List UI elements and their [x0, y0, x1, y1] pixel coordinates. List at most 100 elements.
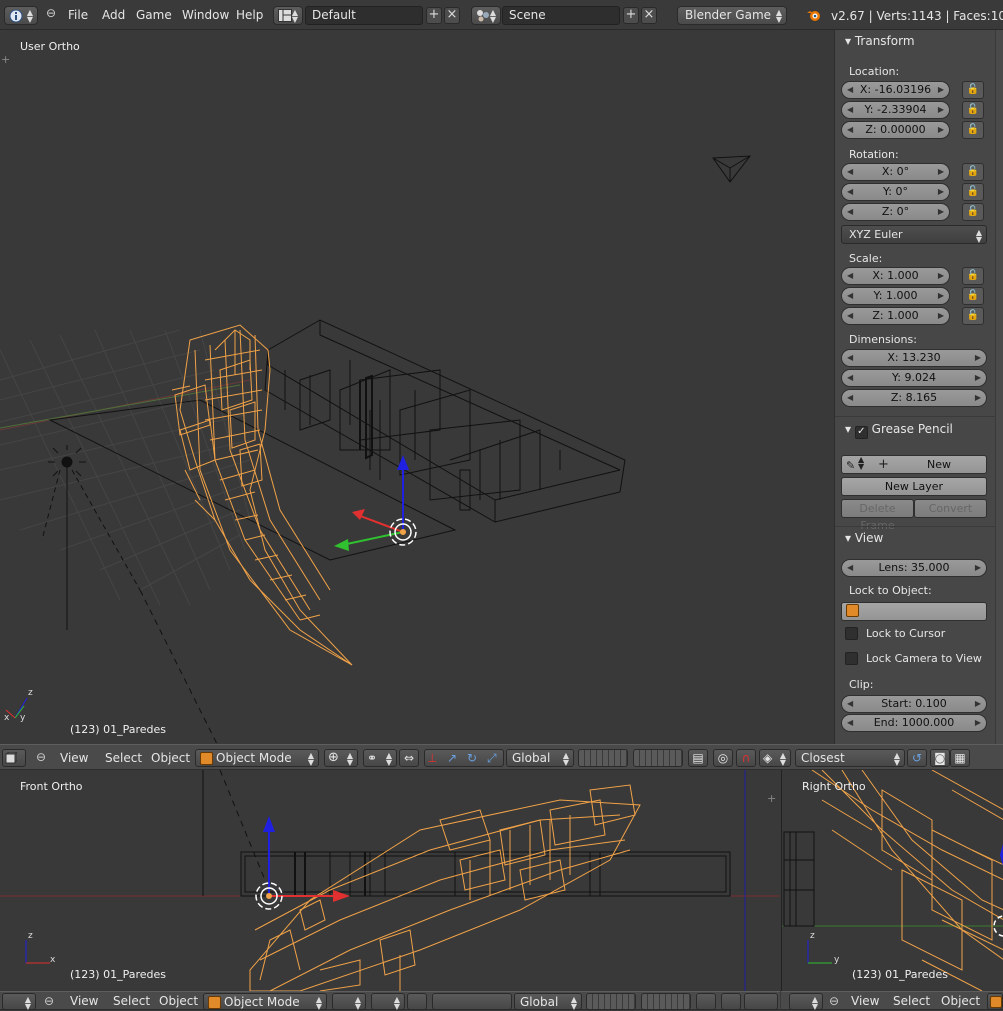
location-y-field[interactable]: ◀ Y: -2.33904 ▶ — [841, 101, 950, 119]
viewport-right-ortho[interactable]: z y Right Ortho (123) 01_Paredes — [781, 770, 1003, 991]
layers-row-1[interactable] — [586, 993, 636, 1010]
menu-window[interactable]: Window — [182, 8, 229, 22]
layers-row-2[interactable] — [641, 993, 691, 1010]
grease-pencil-new-button[interactable]: ✎ ▲ ▼ + New — [841, 455, 987, 474]
add-screen-plus-icon[interactable]: + — [426, 7, 442, 24]
clip-end-field[interactable]: ◀ End: 1000.000 ▶ — [841, 714, 987, 732]
menu-file[interactable]: File — [68, 8, 88, 22]
area-split-plus-icon[interactable]: + — [1, 53, 10, 66]
interaction-mode-dropdown[interactable]: Object Mode ▲ ▼ — [203, 993, 327, 1011]
transform-orientation-dropdown[interactable]: Global ▲ ▼ — [506, 749, 574, 767]
screen-layout-browse-button[interactable]: ▲ ▼ — [273, 6, 303, 25]
render-still-camera-icon[interactable]: ◙ — [930, 749, 950, 767]
proportional-editing-icon[interactable]: ◎ — [713, 749, 733, 767]
collapse-menu-icon[interactable]: ⊖ — [36, 750, 46, 764]
interaction-mode-dropdown[interactable] — [987, 993, 1003, 1010]
menu-game[interactable]: Game — [136, 8, 172, 22]
collapse-menu-icon[interactable]: ⊖ — [44, 994, 54, 1008]
collapse-menu-icon[interactable]: ⊖ — [46, 6, 56, 20]
clip-start-field[interactable]: ◀ Start: 0.100 ▶ — [841, 695, 987, 713]
area-split-plus-icon[interactable]: + — [767, 792, 776, 805]
panel-scrollbar[interactable] — [995, 30, 1003, 744]
rotation-mode-dropdown[interactable]: XYZ Euler ▲ ▼ — [841, 225, 987, 244]
editor-type-3d-button[interactable]: ▲ ▼ — [2, 993, 36, 1011]
snap-magnet-icon[interactable]: ∩ — [736, 749, 756, 767]
transform-orientation-dropdown[interactable]: Global ▲ ▼ — [514, 993, 582, 1011]
grease-pencil-enable-checkbox[interactable]: ✓ — [854, 426, 868, 439]
menu-select[interactable]: Select — [105, 751, 142, 765]
dimension-x-field[interactable]: ◀ X: 13.230 ▶ — [841, 349, 987, 367]
manipulator-toggle-icon[interactable] — [407, 993, 427, 1010]
scene-browse-button[interactable]: ▲ ▼ — [471, 6, 501, 25]
delete-screen-x-icon[interactable]: × — [444, 7, 460, 24]
lock-rotation-z-icon[interactable]: 🔓 — [962, 203, 984, 221]
interaction-mode-dropdown[interactable]: Object Mode ▲ ▼ — [195, 749, 319, 767]
transform-manipulator[interactable] — [334, 455, 417, 551]
location-z-field[interactable]: ◀ Z: 0.00000 ▶ — [841, 121, 950, 139]
lock-location-z-icon[interactable]: 🔓 — [962, 121, 984, 139]
lock-camera-to-view-checkbox[interactable] — [845, 652, 858, 665]
scale-icon[interactable]: ⤢ — [487, 750, 497, 766]
menu-view[interactable]: View — [851, 994, 879, 1008]
rotation-z-field[interactable]: ◀ Z: 0° ▶ — [841, 203, 950, 221]
snap-element-dropdown[interactable]: ◈ ▲ ▼ — [759, 749, 791, 767]
lock-to-cursor-checkbox[interactable] — [845, 627, 858, 640]
manipulator-axes-icon[interactable]: ⊥ — [427, 750, 437, 766]
collapse-menu-icon[interactable]: ⊖ — [829, 994, 839, 1008]
manipulator-x-arrow[interactable] — [352, 509, 365, 520]
pivot-point-dropdown[interactable]: ⚭ ▲ ▼ — [363, 749, 397, 767]
rotate-icon[interactable]: ↻ — [467, 750, 477, 766]
transform-manipulator[interactable] — [255, 816, 350, 910]
lock-rotation-y-icon[interactable]: 🔓 — [962, 183, 984, 201]
lock-scale-z-icon[interactable]: 🔓 — [962, 307, 984, 325]
layers-row-1[interactable] — [578, 749, 628, 767]
add-scene-plus-icon[interactable]: + — [623, 7, 639, 24]
lock-rotation-x-icon[interactable]: 🔓 — [962, 163, 984, 181]
menu-view[interactable]: View — [60, 751, 88, 765]
lock-layers-icon[interactable] — [696, 993, 716, 1010]
lock-scale-x-icon[interactable]: 🔓 — [962, 267, 984, 285]
grease-pencil-panel-header[interactable]: ▾ ✓ Grease Pencil — [845, 422, 953, 439]
editor-type-info-button[interactable]: ▲ ▼ — [4, 6, 38, 25]
rotation-y-field[interactable]: ◀ Y: 0° ▶ — [841, 183, 950, 201]
menu-object[interactable]: Object — [151, 751, 190, 765]
editor-type-3d-button[interactable]: ▲ ▼ — [789, 993, 823, 1011]
delete-scene-x-icon[interactable]: × — [641, 7, 657, 24]
dimension-y-field[interactable]: ◀ Y: 9.024 ▶ — [841, 369, 987, 387]
scale-y-field[interactable]: ◀ Y: 1.000 ▶ — [841, 287, 950, 305]
lock-layers-icon[interactable]: ▤ — [688, 749, 708, 767]
manipulator-y-axis[interactable] — [341, 531, 404, 546]
manipulator-z-arrow[interactable] — [263, 816, 275, 832]
menu-view[interactable]: View — [70, 994, 98, 1008]
menu-select[interactable]: Select — [113, 994, 150, 1008]
snap-magnet-icon[interactable] — [744, 993, 778, 1010]
pivot-point-dropdown[interactable]: ▲ ▼ — [371, 993, 405, 1011]
scene-name-field[interactable]: Scene — [502, 6, 620, 25]
render-engine-dropdown[interactable]: Blender Game ▲ ▼ — [677, 6, 787, 25]
scale-x-field[interactable]: ◀ X: 1.000 ▶ — [841, 267, 950, 285]
viewport-shading-dropdown[interactable]: ▲ ▼ — [332, 993, 366, 1011]
align-rotation-icon[interactable]: ↺ — [907, 749, 927, 767]
translate-arrow-icon[interactable]: ↗ — [447, 750, 457, 766]
manipulator-z-arrow[interactable] — [397, 455, 409, 470]
convert-button[interactable]: Convert — [914, 499, 987, 518]
lock-scale-y-icon[interactable]: 🔓 — [962, 287, 984, 305]
menu-add[interactable]: Add — [102, 8, 125, 22]
proportional-editing-icon[interactable] — [721, 993, 741, 1010]
manipulator-mode-buttons[interactable] — [432, 993, 512, 1010]
editor-type-3d-button[interactable] — [2, 749, 26, 767]
menu-help[interactable]: Help — [236, 8, 263, 22]
dimension-z-field[interactable]: ◀ Z: 8.165 ▶ — [841, 389, 987, 407]
delete-frame-button[interactable]: Delete Frame — [841, 499, 914, 532]
scale-z-field[interactable]: ◀ Z: 1.000 ▶ — [841, 307, 950, 325]
menu-object[interactable]: Object — [941, 994, 980, 1008]
lens-field[interactable]: ◀ Lens: 35.000 ▶ — [841, 559, 987, 577]
new-layer-button[interactable]: New Layer — [841, 477, 987, 496]
viewport-shading-dropdown[interactable]: ⊕ ▲ ▼ — [324, 749, 358, 767]
manipulator-y-arrow[interactable] — [334, 539, 349, 551]
rotation-x-field[interactable]: ◀ X: 0° ▶ — [841, 163, 950, 181]
viewport-front-ortho[interactable]: z x + Front Ortho (123) 01_Paredes — [0, 770, 780, 991]
lock-location-y-icon[interactable]: 🔓 — [962, 101, 984, 119]
transform-panel-header[interactable]: ▾ Transform — [845, 34, 915, 48]
menu-select[interactable]: Select — [893, 994, 930, 1008]
